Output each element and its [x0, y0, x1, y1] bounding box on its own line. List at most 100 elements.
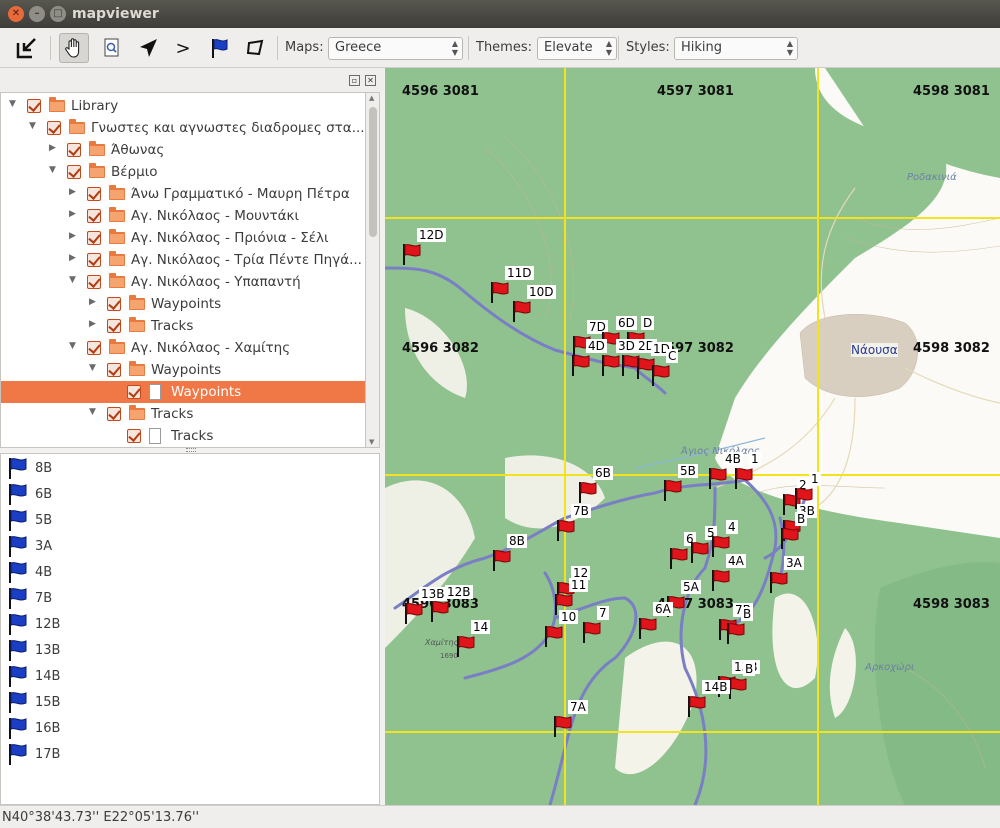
waypoint-marker[interactable]: C	[650, 349, 679, 386]
waypoint-marker[interactable]: B	[779, 512, 808, 549]
visibility-checkbox[interactable]	[67, 165, 81, 179]
expanded-arrow-icon[interactable]: ▼	[69, 341, 76, 351]
export-icon[interactable]	[12, 33, 42, 63]
tree-row[interactable]: ▼ Αγ. Νικόλαος - Υπαπαντή	[1, 271, 365, 293]
collapsed-arrow-icon[interactable]: ▶	[69, 209, 76, 219]
waypoint-marker[interactable]: 7	[581, 606, 609, 643]
visibility-checkbox[interactable]	[87, 275, 101, 289]
waypoint-marker[interactable]: 8B	[491, 534, 527, 571]
tree-row[interactable]: ▼ Tracks	[1, 403, 365, 425]
waypoint-list-item[interactable]: 17B	[7, 742, 367, 768]
forward-icon[interactable]: >	[168, 33, 198, 63]
visibility-checkbox[interactable]	[87, 209, 101, 223]
waypoint-marker[interactable]: 6B	[577, 466, 613, 503]
waypoint-list-item[interactable]: 13B	[7, 638, 367, 664]
waypoint-marker[interactable]: 6	[668, 532, 696, 569]
collapsed-arrow-icon[interactable]: ▶	[49, 143, 56, 153]
navigate-arrow-icon[interactable]	[133, 33, 163, 63]
tree-row[interactable]: ▼ Αγ. Νικόλαος - Χαμίτης	[1, 337, 365, 359]
tree-row[interactable]: Tracks	[1, 425, 365, 447]
waypoint-marker[interactable]: 10	[543, 610, 579, 647]
area-icon[interactable]	[240, 33, 270, 63]
expanded-arrow-icon[interactable]: ▼	[89, 407, 96, 417]
tree-row[interactable]: ▼ Library	[1, 95, 365, 117]
waypoint-list-item[interactable]: 12B	[7, 612, 367, 638]
tree-row[interactable]: ▶ Tracks	[1, 315, 365, 337]
visibility-checkbox[interactable]	[127, 385, 141, 399]
styles-combobox[interactable]: Hiking ▲ ▼	[674, 37, 798, 60]
waypoint-marker[interactable]: 1	[733, 452, 761, 489]
waypoint-marker[interactable]: 4D	[570, 339, 607, 376]
collapsed-arrow-icon[interactable]: ▶	[69, 253, 76, 263]
tree-row[interactable]: ▶ Άθωνας	[1, 139, 365, 161]
waypoint-marker[interactable]: 14B	[686, 680, 730, 717]
visibility-checkbox[interactable]	[107, 363, 121, 377]
visibility-checkbox[interactable]	[127, 429, 141, 443]
visibility-checkbox[interactable]	[87, 253, 101, 267]
collapsed-arrow-icon[interactable]: ▶	[69, 187, 76, 197]
waypoint-marker[interactable]: 11D	[489, 266, 534, 303]
waypoint-marker[interactable]: 3D	[600, 339, 637, 376]
waypoint-marker[interactable]: 5B	[662, 464, 698, 501]
tree-row[interactable]: ▶ Αγ. Νικόλαος - Τρία Πέντε Πηγά...	[1, 249, 365, 271]
waypoint-list-item[interactable]: 16B	[7, 716, 367, 742]
waypoint-flag-icon[interactable]	[204, 33, 234, 63]
waypoint-list-item[interactable]: 3A	[7, 534, 367, 560]
waypoint-marker[interactable]: 12B	[429, 585, 473, 622]
visibility-checkbox[interactable]	[67, 143, 81, 157]
collapsed-arrow-icon[interactable]: ▶	[89, 297, 96, 307]
maps-combobox[interactable]: Greece ▲ ▼	[328, 37, 463, 60]
waypoint-marker[interactable]: 6A	[637, 602, 673, 639]
expanded-arrow-icon[interactable]: ▼	[29, 121, 36, 131]
visibility-checkbox[interactable]	[107, 319, 121, 333]
waypoint-marker[interactable]: 11	[553, 578, 589, 615]
visibility-checkbox[interactable]	[87, 187, 101, 201]
waypoint-marker[interactable]: B	[727, 662, 756, 699]
maximize-window-button[interactable]: □	[50, 6, 66, 22]
visibility-checkbox[interactable]	[87, 231, 101, 245]
waypoint-marker[interactable]: 10D	[511, 285, 556, 322]
waypoint-list-item[interactable]: 8B	[7, 456, 367, 482]
waypoint-list-item[interactable]: 7B	[7, 586, 367, 612]
minimize-window-button[interactable]: –	[29, 6, 45, 22]
waypoint-marker[interactable]: 1	[793, 472, 821, 509]
tree-scrollbar-thumb[interactable]	[369, 107, 377, 237]
waypoint-list-item[interactable]: 14B	[7, 664, 367, 690]
splitter-handle[interactable]	[186, 448, 196, 452]
tree-row[interactable]: ▼ Βέρμιο	[1, 161, 365, 183]
tree-row[interactable]: Waypoints	[1, 381, 365, 403]
tree-row[interactable]: ▶ Αγ. Νικόλαος - Μουντάκι	[1, 205, 365, 227]
waypoint-marker[interactable]: 3A	[768, 556, 804, 593]
tree-row[interactable]: ▶ Waypoints	[1, 293, 365, 315]
waypoint-marker[interactable]: 4B	[707, 452, 743, 489]
visibility-checkbox[interactable]	[107, 297, 121, 311]
waypoint-marker[interactable]: 7A	[552, 700, 588, 737]
zoom-page-icon[interactable]	[97, 33, 127, 63]
close-panel-icon[interactable]: ✕	[365, 75, 376, 86]
map-canvas[interactable]: 4596 3081 4597 3081 4598 3081 4596 3082 …	[385, 68, 1000, 805]
waypoint-marker[interactable]: 7B	[555, 504, 591, 541]
pan-hand-icon[interactable]	[59, 33, 89, 63]
tree-row[interactable]: ▼ Waypoints	[1, 359, 365, 381]
waypoint-marker[interactable]: 4A	[710, 554, 746, 591]
waypoint-marker[interactable]: 13B	[403, 587, 447, 624]
visibility-checkbox[interactable]	[87, 341, 101, 355]
visibility-checkbox[interactable]	[27, 99, 41, 113]
waypoint-list-item[interactable]: 15B	[7, 690, 367, 716]
tree-row[interactable]: ▶ Αγ. Νικόλαος - Πριόνια - Σέλι	[1, 227, 365, 249]
tree-row[interactable]: ▼ Γνωστες και αγνωστες διαδρομες στα...	[1, 117, 365, 139]
waypoint-marker[interactable]: B	[725, 607, 754, 644]
waypoint-list-item[interactable]: 4B	[7, 560, 367, 586]
waypoint-marker[interactable]: 4	[710, 520, 738, 557]
visibility-checkbox[interactable]	[47, 121, 61, 135]
waypoint-list-item[interactable]: 6B	[7, 482, 367, 508]
waypoint-list-item[interactable]: 5B	[7, 508, 367, 534]
expanded-arrow-icon[interactable]: ▼	[49, 165, 56, 175]
waypoint-marker[interactable]: 5	[689, 526, 717, 563]
expanded-arrow-icon[interactable]: ▼	[69, 275, 76, 285]
expanded-arrow-icon[interactable]: ▼	[9, 99, 16, 109]
tree-scrollbar[interactable]: ▲ ▼	[366, 92, 380, 448]
close-window-button[interactable]: ✕	[8, 6, 24, 22]
waypoint-marker[interactable]: 12D	[401, 228, 446, 265]
waypoint-marker[interactable]: 14	[455, 620, 491, 657]
